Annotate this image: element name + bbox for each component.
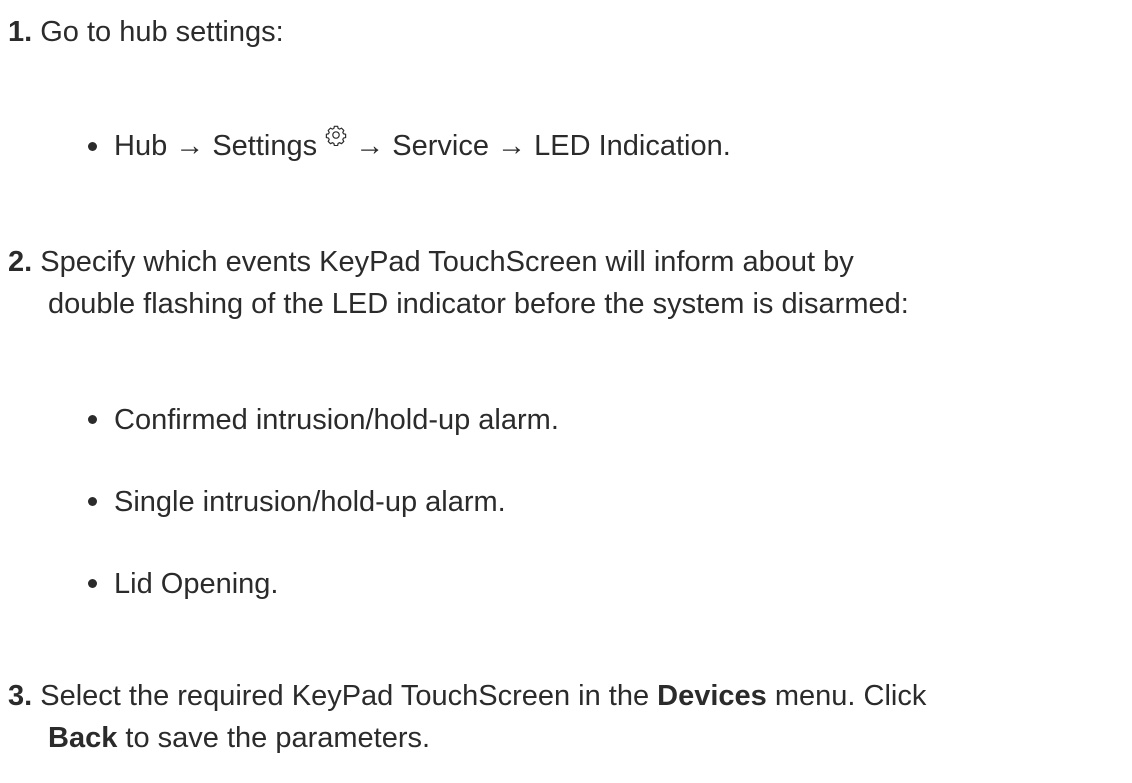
step-3-line-1: 3. Select the required KeyPad TouchScree… bbox=[8, 676, 926, 716]
bullet-text: Lid Opening. bbox=[114, 568, 279, 600]
bullet-text: Confirmed intrusion/hold-up alarm. bbox=[114, 404, 559, 436]
step-2-bullet-2: Single intrusion/hold-up alarm. bbox=[114, 482, 506, 522]
step-number: 1. bbox=[8, 16, 33, 48]
step-text: Go to hub settings: bbox=[40, 16, 284, 48]
bullet-point bbox=[88, 142, 97, 151]
step-number: 2. bbox=[8, 246, 33, 278]
gear-icon bbox=[325, 125, 347, 146]
step-text: Specify which events KeyPad TouchScreen … bbox=[40, 246, 854, 278]
step-number: 3. bbox=[8, 680, 33, 712]
bullet-text: Single intrusion/hold-up alarm. bbox=[114, 486, 506, 518]
nav-path-end: → Service → LED Indication. bbox=[355, 130, 731, 162]
step-text: menu. Click bbox=[766, 680, 927, 712]
step-1-bullet-1: Hub → Settings → Service → LED Indicatio… bbox=[114, 125, 731, 166]
bullet-point bbox=[88, 497, 97, 506]
step-2-line-2: double flashing of the LED indicator bef… bbox=[48, 284, 909, 324]
step-2-line-1: 2. Specify which events KeyPad TouchScre… bbox=[8, 242, 854, 282]
step-1: 1. Go to hub settings: bbox=[8, 12, 284, 52]
nav-path-start: Hub → Settings bbox=[114, 130, 318, 162]
step-text-continued: to save the parameters. bbox=[117, 722, 431, 754]
devices-menu-label: Devices bbox=[657, 680, 767, 712]
step-2-bullet-3: Lid Opening. bbox=[114, 564, 278, 604]
step-text: Select the required KeyPad TouchScreen i… bbox=[40, 680, 658, 712]
bullet-point bbox=[88, 415, 97, 424]
bullet-point bbox=[88, 579, 97, 588]
step-2-bullet-1: Confirmed intrusion/hold-up alarm. bbox=[114, 400, 559, 440]
step-text-continued: double flashing of the LED indicator bef… bbox=[48, 288, 909, 320]
back-button-label: Back bbox=[48, 722, 118, 754]
step-3-line-2: Back to save the parameters. bbox=[48, 718, 430, 758]
